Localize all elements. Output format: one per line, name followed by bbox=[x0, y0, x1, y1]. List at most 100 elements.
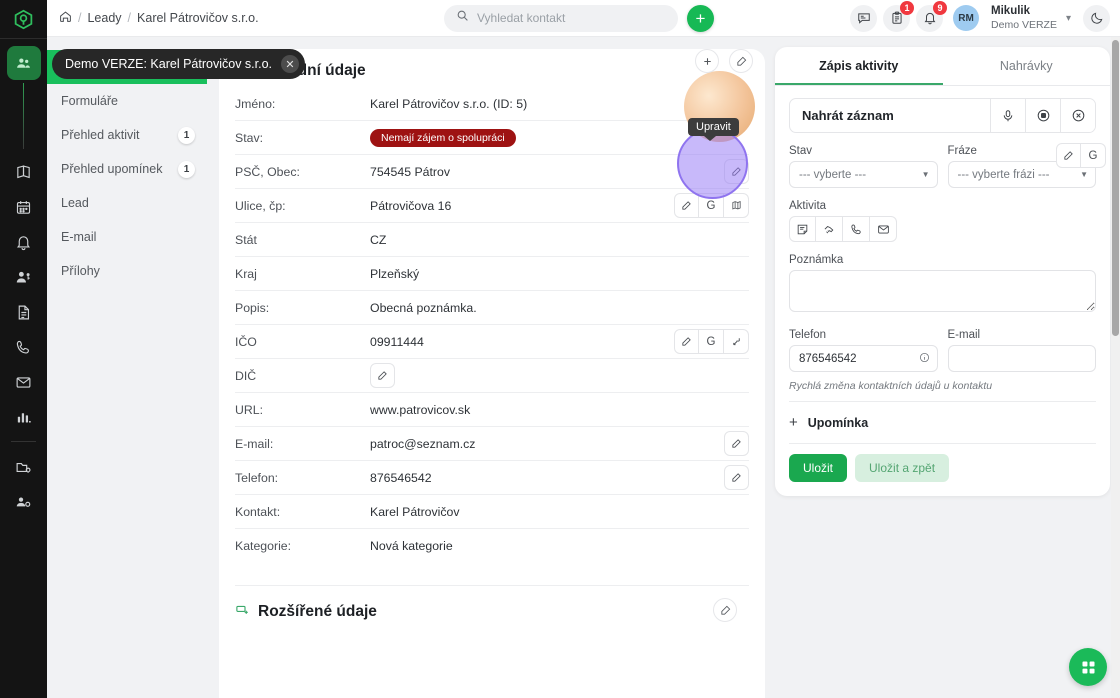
rail-item-document[interactable] bbox=[7, 295, 41, 329]
handshake-icon[interactable] bbox=[816, 216, 843, 242]
field-value: Pátrovičova 16 bbox=[370, 198, 452, 213]
chevron-down-icon: ▼ bbox=[921, 170, 930, 179]
search-box[interactable] bbox=[444, 4, 678, 32]
poznamka-label: Poznámka bbox=[789, 254, 844, 266]
record-label: Nahrát záznam bbox=[802, 108, 894, 123]
sidebar-item-lead[interactable]: Lead bbox=[47, 186, 207, 220]
email-label: E-mail bbox=[947, 329, 981, 341]
google-icon[interactable]: G bbox=[699, 329, 724, 354]
telefon-input[interactable] bbox=[799, 352, 914, 365]
rail-item-folder-settings[interactable] bbox=[7, 450, 41, 484]
bell-icon[interactable]: 9 bbox=[916, 0, 948, 32]
tab-zapis-aktivity[interactable]: Zápis aktivity bbox=[775, 47, 943, 85]
pencil-icon[interactable] bbox=[674, 193, 699, 218]
sidebar-item-prehled-aktivit[interactable]: Přehled aktivit 1 bbox=[47, 118, 207, 152]
note-icon[interactable] bbox=[789, 216, 816, 242]
rail-item-mail[interactable] bbox=[7, 365, 41, 399]
activity-panel: Zápis aktivity Nahrávky Nahrát záznam St… bbox=[775, 47, 1110, 496]
add-basic-icon[interactable] bbox=[695, 49, 719, 73]
chevron-down-icon: ▼ bbox=[1080, 170, 1088, 179]
stop-record-icon[interactable] bbox=[1025, 99, 1060, 132]
map-icon[interactable] bbox=[724, 193, 749, 218]
rail-item-book[interactable] bbox=[7, 155, 41, 189]
rail-item-user-key[interactable] bbox=[7, 260, 41, 294]
field-label: IČO bbox=[235, 334, 257, 349]
pencil-icon[interactable] bbox=[724, 159, 749, 184]
edit-square-icon[interactable] bbox=[713, 598, 737, 622]
page-scrollbar-thumb[interactable] bbox=[1112, 40, 1119, 336]
ares-icon[interactable] bbox=[724, 329, 749, 354]
phone-icon[interactable] bbox=[843, 216, 870, 242]
home-icon[interactable] bbox=[59, 10, 72, 26]
table-row: E-mail: patroc@seznam.cz bbox=[235, 427, 749, 461]
email-input-wrap[interactable] bbox=[947, 345, 1096, 372]
info-icon[interactable] bbox=[919, 350, 930, 368]
divider bbox=[789, 401, 1096, 402]
add-contact-button[interactable]: + bbox=[687, 4, 714, 32]
app-logo[interactable] bbox=[0, 0, 47, 38]
stav-select[interactable]: --- vyberte --- ▼ bbox=[789, 161, 938, 188]
moon-icon[interactable] bbox=[1083, 4, 1110, 32]
save-and-back-button[interactable]: Uložit a zpět bbox=[855, 454, 950, 482]
chevron-down-icon[interactable]: ▾ bbox=[1066, 13, 1071, 24]
form-buttons: Uložit Uložit a zpět bbox=[789, 454, 1096, 482]
table-row: Jméno: Karel Pátrovičov s.r.o. (ID: 5) bbox=[235, 87, 749, 121]
contact-row: Telefon E-mail bbox=[789, 317, 1096, 372]
top-bar: / Leady / Karel Pátrovičov s.r.o. + bbox=[47, 0, 1120, 37]
edit-square-icon[interactable] bbox=[729, 49, 753, 73]
google-icon[interactable]: G bbox=[699, 193, 724, 218]
sidebar-item-formulare[interactable]: Formuláře bbox=[47, 84, 207, 118]
avatar[interactable]: RM bbox=[953, 5, 980, 31]
close-icon[interactable]: ✕ bbox=[281, 55, 300, 73]
save-button[interactable]: Uložit bbox=[789, 454, 848, 482]
table-row: PSČ, Obec: 754545 Pátrov bbox=[235, 155, 749, 189]
pencil-icon[interactable] bbox=[1056, 143, 1081, 168]
rail-item-calendar[interactable] bbox=[7, 190, 41, 224]
poznamka-textarea[interactable] bbox=[789, 270, 1096, 312]
clipboard-icon[interactable]: 1 bbox=[883, 0, 915, 32]
feed-icon[interactable] bbox=[850, 4, 878, 32]
activity-column: Zápis aktivity Nahrávky Nahrát záznam St… bbox=[775, 37, 1120, 698]
breadcrumb-leady[interactable]: Leady bbox=[87, 11, 121, 25]
field-label: Ulice, čp: bbox=[235, 198, 286, 213]
google-icon[interactable]: G bbox=[1081, 143, 1106, 168]
search-icon bbox=[456, 9, 469, 27]
stav-group: Stav --- vyberte --- ▼ bbox=[789, 133, 938, 188]
pencil-icon[interactable] bbox=[724, 431, 749, 456]
plus-icon: + bbox=[789, 414, 798, 431]
rail-item-phone[interactable] bbox=[7, 330, 41, 364]
table-row: Ulice, čp: Pátrovičova 16 G bbox=[235, 189, 749, 223]
pencil-icon[interactable] bbox=[370, 363, 395, 388]
status-badge: Nemají zájem o spolupráci bbox=[370, 128, 516, 147]
add-upominka-button[interactable]: + Upomínka bbox=[789, 411, 1096, 434]
tab-nahravky[interactable]: Nahrávky bbox=[943, 47, 1111, 85]
apps-grid-icon[interactable] bbox=[1069, 648, 1107, 686]
rail-item-chart[interactable] bbox=[7, 400, 41, 434]
field-label: Kraj bbox=[235, 266, 257, 281]
sidebar-item-email[interactable]: E-mail bbox=[47, 220, 207, 254]
search-input[interactable] bbox=[477, 11, 666, 25]
aktivita-label: Aktivita bbox=[789, 200, 827, 212]
email-input[interactable] bbox=[957, 352, 1088, 365]
contact-avatar bbox=[684, 71, 755, 142]
field-value: Nová kategorie bbox=[370, 539, 453, 553]
quick-change-hint: Rychlá změna kontaktních údajů u kontakt… bbox=[789, 380, 993, 392]
pencil-icon[interactable] bbox=[724, 465, 749, 490]
telefon-input-wrap[interactable] bbox=[789, 345, 938, 372]
rail-item-contacts[interactable] bbox=[6, 46, 41, 80]
mail-icon[interactable] bbox=[870, 216, 897, 242]
table-row: URL: www.patrovicov.sk bbox=[235, 393, 749, 427]
email-group: E-mail bbox=[947, 317, 1096, 372]
rail-item-user-settings[interactable] bbox=[7, 485, 41, 519]
pencil-icon[interactable] bbox=[674, 329, 699, 354]
aktivita-type-group bbox=[789, 216, 1096, 242]
rail-item-bell[interactable] bbox=[7, 225, 41, 259]
sidebar-item-prilohy[interactable]: Přílohy bbox=[47, 254, 207, 288]
microphone-icon[interactable] bbox=[990, 99, 1025, 132]
field-value bbox=[370, 363, 749, 388]
user-name: Mikulik bbox=[991, 5, 1031, 18]
main-content: Základní údaje Jméno: Karel Pátrovičov s… bbox=[207, 37, 1120, 698]
sidebar-item-prehled-upominek[interactable]: Přehled upomínek 1 bbox=[47, 152, 207, 186]
stav-label: Stav bbox=[789, 145, 813, 157]
cancel-circle-icon[interactable] bbox=[1060, 99, 1095, 132]
